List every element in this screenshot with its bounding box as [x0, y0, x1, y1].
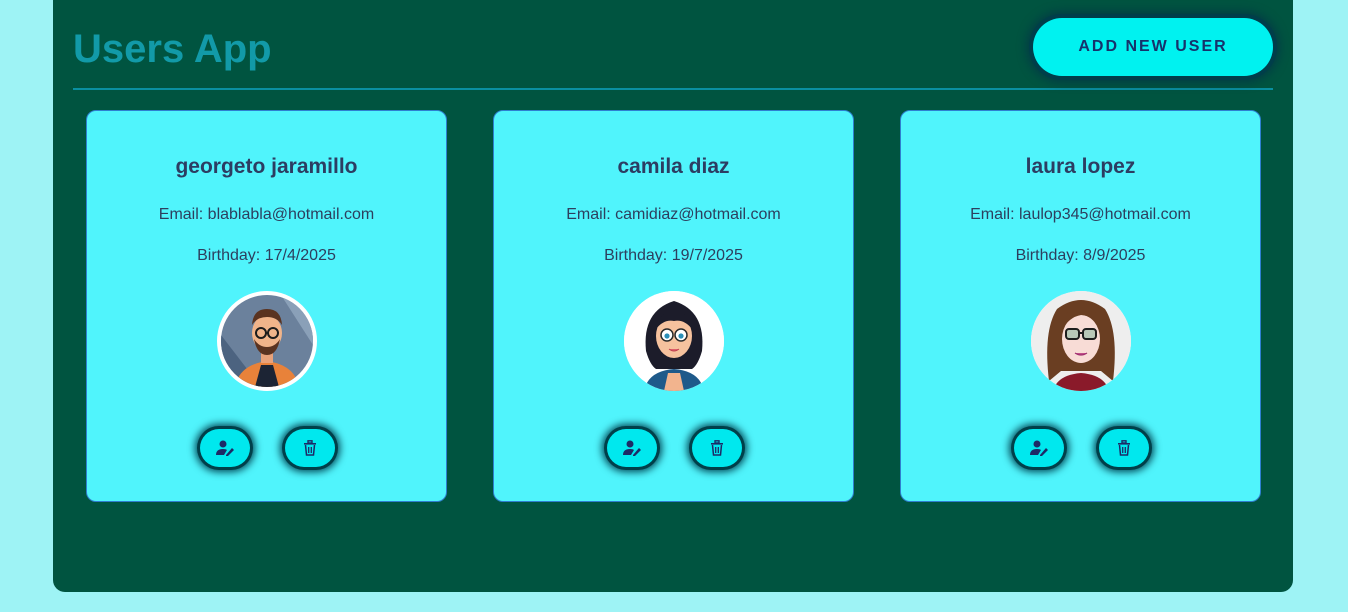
- avatar: [1031, 291, 1131, 391]
- header: Users App ADD NEW USER: [73, 0, 1273, 90]
- user-edit-icon: [1030, 440, 1048, 456]
- man-with-glasses-avatar-icon: [221, 295, 313, 387]
- user-card: georgeto jaramillo Email: blablabla@hotm…: [86, 110, 447, 502]
- add-new-user-button[interactable]: ADD NEW USER: [1033, 18, 1273, 76]
- edit-user-button[interactable]: [200, 429, 250, 467]
- user-birthday: Birthday: 8/9/2025: [1015, 247, 1146, 264]
- avatar: [217, 291, 317, 391]
- avatar: [624, 291, 724, 391]
- trash-icon: [304, 440, 316, 456]
- user-edit-icon: [216, 440, 234, 456]
- user-name: camila diaz: [617, 155, 730, 178]
- delete-user-button[interactable]: [1099, 429, 1149, 467]
- user-edit-icon: [623, 440, 641, 456]
- trash-icon: [711, 440, 723, 456]
- edit-user-button[interactable]: [607, 429, 657, 467]
- user-email: Email: blablabla@hotmail.com: [158, 206, 375, 223]
- edit-user-button[interactable]: [1014, 429, 1064, 467]
- user-birthday: Birthday: 17/4/2025: [197, 247, 336, 264]
- user-name: georgeto jaramillo: [175, 155, 358, 178]
- trash-icon: [1118, 440, 1130, 456]
- delete-user-button[interactable]: [692, 429, 742, 467]
- user-email: Email: laulop345@hotmail.com: [970, 206, 1191, 223]
- user-card: camila diaz Email: camidiaz@hotmail.com …: [493, 110, 854, 502]
- user-email: Email: camidiaz@hotmail.com: [566, 206, 781, 223]
- woman-with-glasses-avatar-icon: [624, 291, 724, 391]
- delete-user-button[interactable]: [285, 429, 335, 467]
- app-container: Users App ADD NEW USER georgeto jaramill…: [53, 0, 1293, 592]
- page-title: Users App: [73, 27, 272, 71]
- woman-brown-hair-glasses-avatar-icon: [1031, 291, 1131, 391]
- user-name: laura lopez: [1025, 155, 1136, 178]
- user-birthday: Birthday: 19/7/2025: [604, 247, 743, 264]
- user-card: laura lopez Email: laulop345@hotmail.com…: [900, 110, 1261, 502]
